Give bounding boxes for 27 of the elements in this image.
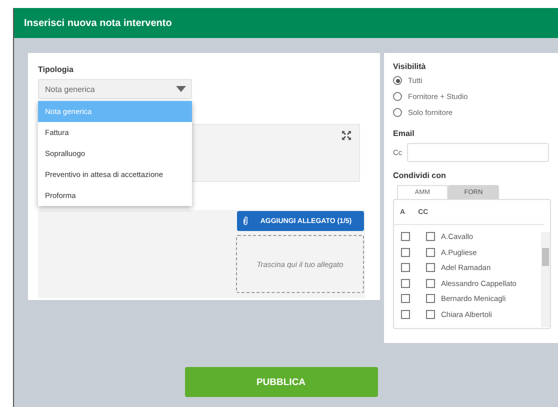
type-select[interactable]: Nota generica: [38, 79, 192, 99]
window-title: Inserisci nuova nota intervento: [14, 8, 558, 38]
checkbox[interactable]: [426, 232, 435, 242]
checkbox[interactable]: [401, 310, 410, 319]
checkbox[interactable]: [401, 263, 410, 272]
radio-button[interactable]: [393, 108, 402, 117]
section-label: Email: [393, 129, 416, 138]
scrollbar[interactable]: [541, 232, 550, 327]
checkbox[interactable]: [426, 310, 435, 319]
checkbox[interactable]: [426, 263, 435, 272]
checkbox[interactable]: [426, 248, 435, 257]
checkbox[interactable]: [401, 232, 410, 242]
checkbox[interactable]: [426, 278, 435, 288]
checkbox[interactable]: [401, 278, 410, 288]
radio-button[interactable]: [393, 76, 402, 85]
radio-button[interactable]: [393, 92, 402, 101]
checkbox[interactable]: [401, 294, 410, 304]
checkbox[interactable]: [401, 248, 410, 257]
section-label: Condividi con: [393, 171, 447, 180]
field-label: Tipologia: [38, 65, 74, 74]
expand-icon[interactable]: [342, 131, 351, 140]
caret-icon: [176, 86, 186, 92]
paperclip-icon: [243, 216, 248, 226]
section-label: Visibilità: [393, 62, 427, 71]
checkbox[interactable]: [426, 294, 435, 304]
cc-input-field[interactable]: [407, 143, 550, 162]
publish-button[interactable]: PUBBLICA: [184, 367, 378, 397]
